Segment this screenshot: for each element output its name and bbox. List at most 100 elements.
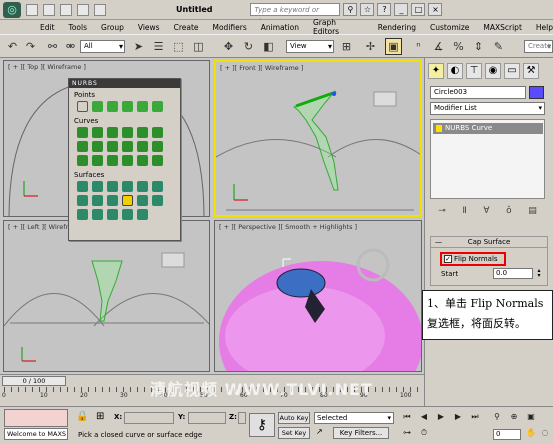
next-frame-icon[interactable]: ▶ (451, 411, 465, 423)
help-star-icon[interactable]: ☆ (360, 3, 375, 16)
selection-filter-dropdown[interactable]: All (80, 40, 125, 53)
reference-coordinate-dropdown[interactable]: View (286, 40, 334, 53)
maximize-icon[interactable]: □ (411, 3, 426, 16)
previous-frame-icon[interactable]: ◀ (417, 411, 431, 423)
point-curve-icon[interactable] (92, 127, 103, 138)
object-color-swatch[interactable] (529, 86, 544, 99)
modify-tab-icon[interactable]: ◐ (447, 63, 463, 79)
percent-snap-icon[interactable]: % (450, 38, 467, 55)
go-to-end-icon[interactable]: ⏭ (468, 411, 482, 423)
multicurve-trim-icon[interactable] (122, 209, 133, 220)
ruled-surface-icon[interactable] (107, 195, 118, 206)
menu-edit[interactable]: Edit (40, 23, 55, 32)
scale-icon[interactable]: ◧ (260, 38, 277, 55)
angle-snap-icon[interactable]: ∡ (430, 38, 447, 55)
normal-projected-curve-icon[interactable] (77, 155, 88, 166)
multisided-blend-icon[interactable] (107, 209, 118, 220)
time-slider-thumb[interactable]: 0 / 100 (2, 376, 66, 386)
pin-stack-icon[interactable]: ⊸ (438, 206, 446, 220)
show-end-result-icon[interactable]: Ⅱ (462, 206, 466, 220)
offset-curve-icon[interactable] (152, 127, 163, 138)
utilities-tab-icon[interactable]: ⚒ (523, 63, 539, 79)
cv-curve-on-surface-icon[interactable] (107, 155, 118, 166)
rotate-icon[interactable]: ↻ (240, 38, 257, 55)
menu-group[interactable]: Group (101, 23, 124, 32)
search-input[interactable]: Type a keyword or phrase (250, 3, 341, 26)
select-object-icon[interactable]: ➤ (130, 38, 147, 55)
go-to-start-icon[interactable]: ⏮ (400, 411, 414, 423)
1-rail-sweep-icon[interactable] (77, 209, 88, 220)
absolute-mode-icon[interactable]: ⊞ (96, 411, 110, 425)
key-filters-button[interactable]: Key Filters... (333, 427, 389, 439)
key-mode-icon[interactable]: ⊶ (400, 427, 414, 439)
transform-surface-icon[interactable] (107, 181, 118, 192)
viewport-perspective[interactable]: [ + ][ Perspective ][ Smooth + Highlight… (214, 220, 422, 372)
orbit-icon[interactable]: ◌ (538, 427, 552, 439)
blend-surface-icon[interactable] (122, 181, 133, 192)
make-unique-icon[interactable]: ∀ (483, 206, 489, 220)
nurbs-panel-title[interactable]: NURBS (69, 79, 180, 88)
u-loft-surface-icon[interactable] (137, 195, 148, 206)
new-file-icon[interactable] (26, 3, 38, 16)
select-by-name-icon[interactable]: ☰ (150, 38, 167, 55)
display-tab-icon[interactable]: ▭ (504, 63, 520, 79)
surface-intersect-curve-icon[interactable] (122, 141, 133, 152)
object-name-field[interactable]: Circle003 (430, 86, 526, 99)
extrude-surface-icon[interactable] (77, 195, 88, 206)
redo-icon[interactable]: ↷ (22, 38, 39, 55)
edit-named-selection-icon[interactable]: ✎ (490, 38, 507, 55)
menu-tools[interactable]: Tools (69, 23, 87, 32)
point-surface-icon[interactable] (92, 181, 103, 192)
open-file-icon[interactable] (43, 3, 55, 16)
rollout-title[interactable]: Cap Surface (431, 237, 547, 248)
curve-point-icon[interactable] (107, 101, 118, 112)
app-logo-icon[interactable]: ◎ (3, 1, 21, 18)
fit-curve-icon[interactable] (107, 127, 118, 138)
set-key-icon[interactable]: ⚷ (249, 413, 275, 437)
v-iso-curve-icon[interactable] (152, 141, 163, 152)
viewport-left[interactable]: [ + ][ Left ][ Wireframe ] (3, 220, 210, 372)
cap-surface-icon[interactable] (122, 195, 133, 206)
default-tangent-icon[interactable]: ↗ (316, 427, 330, 439)
redo-icon[interactable] (94, 3, 106, 16)
cv-surface-icon[interactable] (77, 181, 88, 192)
fillet-surface-icon[interactable] (137, 209, 148, 220)
play-icon[interactable]: ▶ (434, 411, 448, 423)
undo-icon[interactable]: ↶ (4, 38, 21, 55)
undo-icon[interactable] (77, 3, 89, 16)
snaps-toggle-icon[interactable]: ⁿ (410, 38, 427, 55)
offset-surface-icon[interactable] (137, 181, 148, 192)
start-input[interactable]: 0.0 (493, 268, 533, 279)
link-icon[interactable]: ⚯ (44, 38, 61, 55)
move-icon[interactable]: ✥ (220, 38, 237, 55)
spinner-snap-icon[interactable]: ⇕ (470, 38, 487, 55)
menu-rendering[interactable]: Rendering (378, 23, 416, 32)
cv-curve-icon[interactable] (77, 127, 88, 138)
transform-curve-icon[interactable] (122, 127, 133, 138)
maxscript-listener-mini[interactable] (4, 409, 68, 427)
save-file-icon[interactable] (60, 3, 72, 16)
start-spinner-icon[interactable]: ▴ ▾ (535, 268, 543, 279)
viewport-front[interactable]: [ + ][ Front ][ Wireframe ] (214, 60, 422, 217)
menu-modifiers[interactable]: Modifiers (213, 23, 247, 32)
modifier-list-dropdown[interactable]: Modifier List (430, 102, 545, 115)
menu-views[interactable]: Views (138, 23, 160, 32)
help-icon[interactable]: ? (377, 3, 392, 16)
select-manipulate-icon[interactable]: ✢ (362, 38, 379, 55)
nurbs-creation-toolbox[interactable]: NURBS Points Curves Surfaces (68, 78, 181, 241)
vector-projected-curve-icon[interactable] (92, 155, 103, 166)
point-curve-on-surface-icon[interactable] (122, 155, 133, 166)
surface-edge-curve-icon[interactable] (152, 155, 163, 166)
blend-curve-icon[interactable] (137, 127, 148, 138)
keyboard-shortcut-toggle-icon[interactable]: ▣ (385, 38, 402, 55)
u-iso-curve-icon[interactable] (137, 141, 148, 152)
zoom-icon[interactable]: ⚲ (490, 411, 504, 423)
flip-normals-checkbox[interactable]: ✓ (444, 255, 452, 263)
close-icon[interactable]: × (428, 3, 443, 16)
time-config-icon[interactable]: ⏱ (417, 427, 431, 439)
pivot-center-icon[interactable]: ⊞ (338, 38, 355, 55)
create-tab-icon[interactable]: ✦ (428, 63, 444, 79)
mirror-curve-icon[interactable] (77, 141, 88, 152)
y-coord-field[interactable] (188, 412, 226, 424)
remove-modifier-icon[interactable]: ǒ (506, 206, 512, 220)
